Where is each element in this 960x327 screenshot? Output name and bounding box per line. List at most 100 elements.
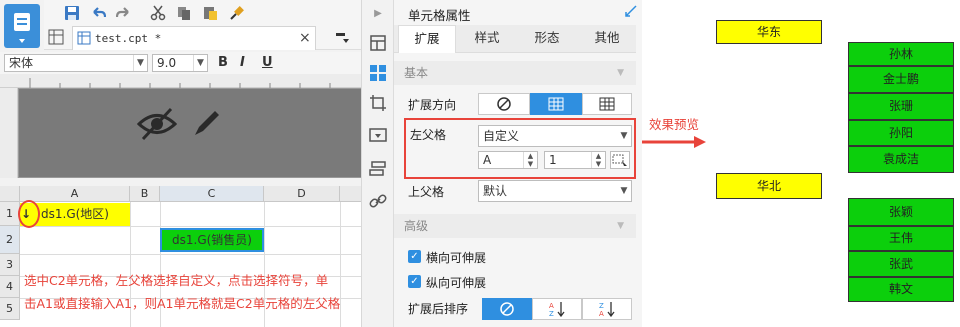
column-header-c[interactable]: C	[160, 186, 264, 202]
preview-person: 袁成洁	[848, 146, 954, 173]
row-header-4[interactable]: 4	[0, 276, 20, 298]
underline-button[interactable]: U	[262, 55, 273, 70]
report-file-icon	[77, 31, 91, 48]
cell-picker-button[interactable]	[610, 151, 630, 169]
svg-text:A: A	[549, 302, 554, 310]
expand-direction-label: 扩展方向	[408, 98, 457, 112]
left-parent-row-input[interactable]: 1 ▲ ▼	[544, 151, 606, 169]
vertical-expand-icon	[548, 97, 564, 111]
font-family-value: 宋体	[9, 56, 34, 70]
section-advanced[interactable]: 高级 ▼	[394, 214, 636, 238]
grid-line	[20, 226, 361, 227]
vertical-expand-checkbox[interactable]: ✓	[408, 275, 421, 288]
cell-c2[interactable]: ds1.G(销售员)	[160, 228, 264, 252]
collapse-panel-icon[interactable]	[624, 4, 638, 18]
cut-icon[interactable]	[148, 3, 168, 23]
spinner-icon[interactable]: ▲ ▼	[591, 152, 605, 168]
left-parent-column-input[interactable]: A ▲ ▼	[478, 151, 538, 169]
preview-person: 韩文	[848, 277, 954, 302]
svg-text:Z: Z	[549, 310, 554, 317]
tab-form[interactable]: 形态	[518, 25, 576, 53]
font-toolbar: 宋体 ▼ 9.0 ▼ B I U	[0, 52, 361, 74]
cell-element-icon[interactable]	[369, 34, 387, 52]
tab-menu-icon[interactable]	[334, 30, 350, 46]
grid-corner[interactable]	[0, 186, 20, 202]
row-header-3[interactable]: 3	[0, 254, 20, 276]
redo-icon[interactable]	[114, 3, 134, 23]
tab-expand[interactable]: 扩展	[398, 25, 456, 53]
sort-descending-button[interactable]: ZA	[582, 298, 632, 320]
edit-pencil-icon[interactable]	[191, 107, 223, 142]
bold-button[interactable]: B	[218, 55, 228, 70]
cell-attribute-icon[interactable]	[369, 64, 387, 82]
property-sidebar-strip: ▶	[362, 0, 394, 327]
select-cell-icon	[612, 154, 627, 166]
report-designer-area: test.cpt * × 宋体 ▼ 9.0 ▼ B I U A B C D 1 …	[0, 0, 362, 327]
crop-icon[interactable]	[369, 94, 387, 112]
expand-none-button[interactable]	[478, 93, 530, 115]
designer-window: test.cpt * × 宋体 ▼ 9.0 ▼ B I U A B C D 1 …	[0, 0, 960, 327]
hidden-eye-icon[interactable]	[136, 107, 178, 144]
font-family-select[interactable]: 宋体 ▼	[4, 54, 148, 72]
upper-parent-select[interactable]: 默认 ▼	[478, 180, 632, 202]
sort-none-button[interactable]	[482, 298, 532, 320]
left-parent-select[interactable]: 自定义 ▼	[478, 125, 632, 147]
undo-icon[interactable]	[88, 3, 108, 23]
expand-vertical-button[interactable]	[530, 93, 582, 115]
template-menu-button[interactable]	[4, 4, 40, 48]
column-header-d[interactable]: D	[264, 186, 340, 202]
save-icon[interactable]	[62, 3, 82, 23]
cell-property-panel: 单元格属性 扩展 样式 形态 其他 基本 ▼ 扩展方向 左父格 自定义 ▼ A …	[394, 0, 642, 327]
preview-person: 张珊	[848, 93, 954, 120]
property-tabs: 扩展 样式 形态 其他	[394, 25, 636, 53]
template-icon	[14, 13, 30, 43]
preview-region-2: 华北	[716, 173, 822, 199]
column-header-b[interactable]: B	[130, 186, 160, 202]
left-parent-label: 左父格	[410, 128, 447, 142]
tab-style[interactable]: 样式	[458, 25, 516, 53]
row-header-1[interactable]: 1	[0, 202, 20, 226]
spreadsheet-grid: A B C D 1 2 3 4 5 ds1.G(地区) ↓ ds1.G(销售员)…	[0, 186, 361, 327]
expand-arrow-highlight	[18, 200, 40, 228]
copy-icon[interactable]	[174, 3, 194, 23]
format-brush-icon[interactable]	[226, 3, 246, 23]
preview-person: 金士鹏	[848, 66, 954, 93]
horizontal-ruler	[0, 74, 361, 88]
grid-line	[20, 254, 361, 255]
instruction-line-1: 选中C2单元格，左父格选择自定义，点击选择符号，单	[24, 273, 329, 288]
column-header-e[interactable]	[340, 186, 361, 202]
row-header-5[interactable]: 5	[0, 298, 20, 320]
paste-icon[interactable]	[200, 3, 220, 23]
instruction-line-2: 击A1或直接输入A1，则A1单元格就是C2单元格的左父格	[24, 296, 341, 311]
chevron-down-icon: ▼	[133, 55, 147, 71]
grid-layout-icon[interactable]	[48, 29, 64, 45]
ruler-ticks	[29, 78, 331, 88]
layer-icon[interactable]	[369, 160, 387, 178]
spinner-icon[interactable]: ▲ ▼	[523, 152, 537, 168]
chevron-down-icon: ▼	[620, 131, 628, 141]
tab-test-cpt[interactable]: test.cpt * ×	[72, 26, 316, 50]
widget-icon[interactable]	[369, 126, 387, 144]
close-icon[interactable]: ×	[299, 30, 311, 46]
horizontal-expand-checkbox[interactable]: ✓	[408, 250, 421, 263]
expand-horizontal-button[interactable]	[582, 93, 632, 115]
hyperlink-icon[interactable]	[369, 192, 387, 210]
italic-button[interactable]: I	[240, 55, 245, 70]
row-header-2[interactable]: 2	[0, 226, 20, 254]
vertical-ruler	[0, 88, 18, 178]
column-header-a[interactable]: A	[20, 186, 130, 202]
section-basic[interactable]: 基本 ▼	[394, 61, 636, 85]
horizontal-expand-icon	[599, 97, 615, 111]
panel-title: 单元格属性	[408, 8, 471, 23]
collapse-arrow-icon[interactable]: ▶	[369, 4, 387, 22]
tab-other[interactable]: 其他	[578, 25, 636, 53]
font-size-value: 9.0	[157, 56, 177, 70]
sort-ascending-icon: AZ	[549, 302, 565, 317]
sort-ascending-button[interactable]: AZ	[532, 298, 582, 320]
file-tab-bar: test.cpt * ×	[44, 26, 361, 50]
page-header-region	[18, 88, 361, 178]
left-parent-row-value: 1	[549, 153, 557, 167]
left-parent-value: 自定义	[483, 129, 520, 143]
font-size-select[interactable]: 9.0 ▼	[152, 54, 208, 72]
section-basic-label: 基本	[404, 66, 429, 80]
